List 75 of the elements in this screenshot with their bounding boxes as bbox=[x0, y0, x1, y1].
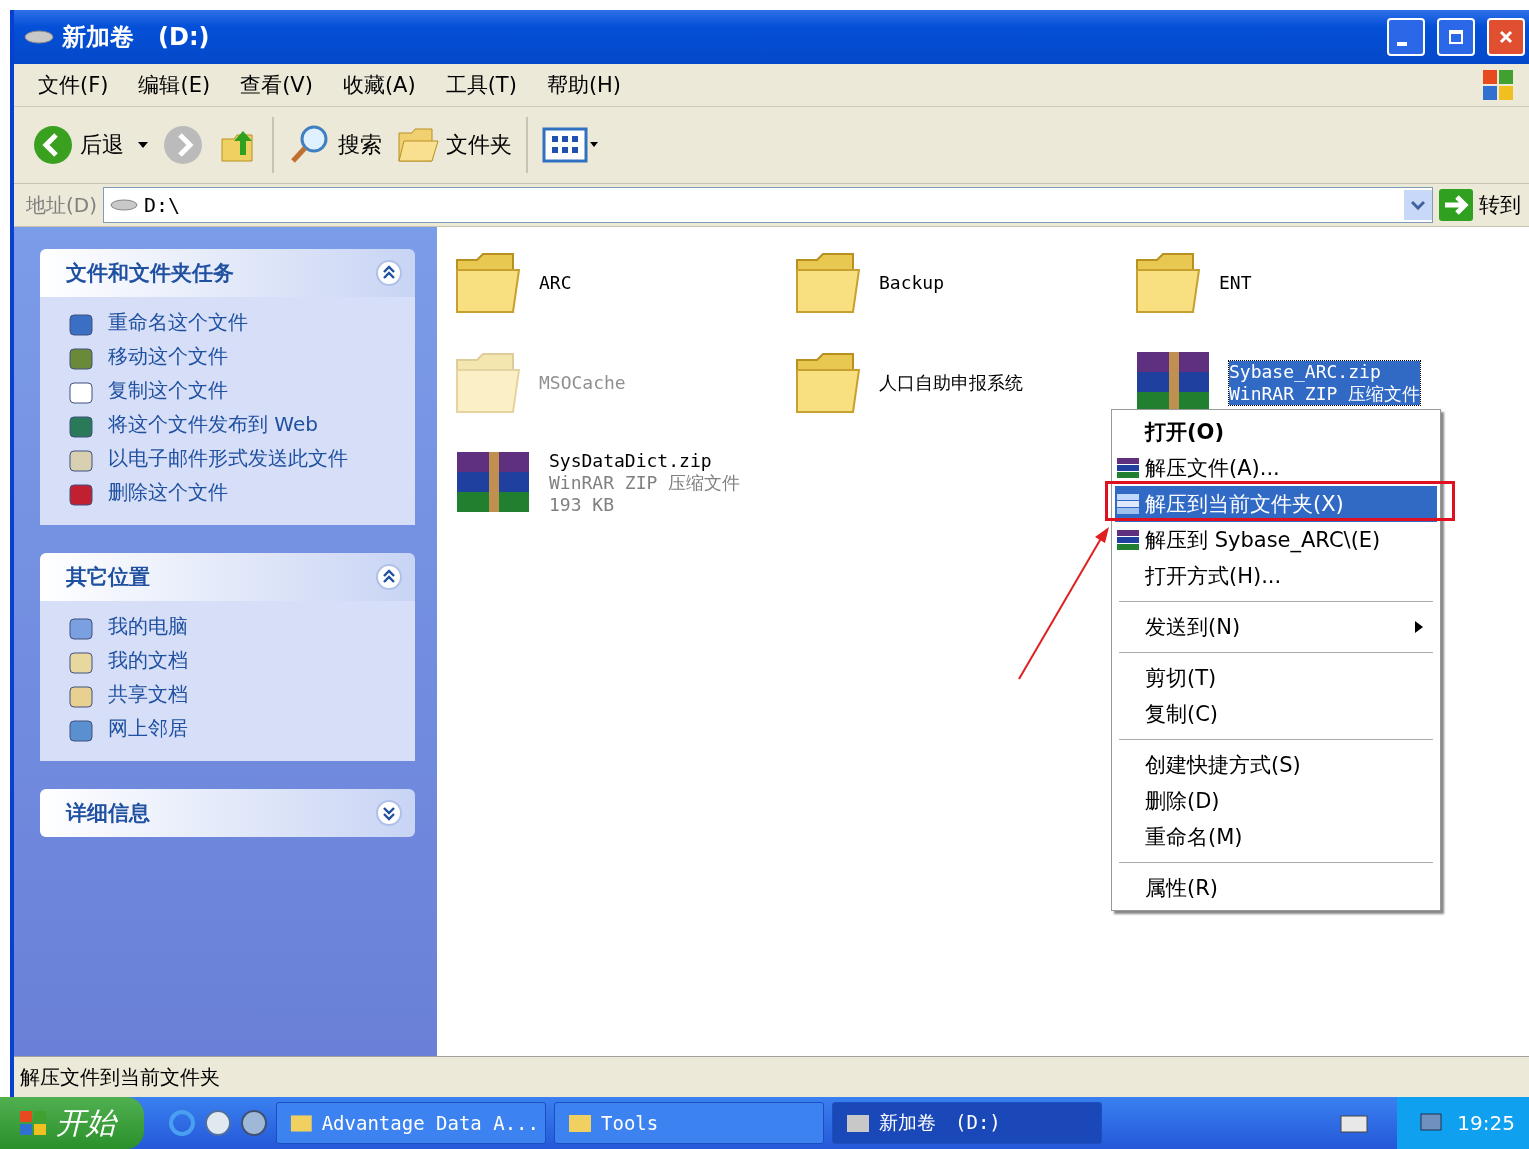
menu-item[interactable]: 查看(V) bbox=[240, 71, 313, 99]
task-link[interactable]: 删除这个文件 bbox=[108, 481, 348, 504]
panel-header[interactable]: 文件和文件夹任务 bbox=[40, 249, 415, 297]
context-menu-item[interactable]: 复制(C) bbox=[1115, 696, 1437, 732]
window-icon bbox=[845, 1112, 871, 1134]
folder-icon bbox=[396, 125, 440, 165]
collapse-icon[interactable] bbox=[375, 259, 403, 287]
context-menu-item[interactable]: 解压到 Sybase_ARC\(E) bbox=[1115, 522, 1437, 558]
file-label[interactable]: Backup bbox=[879, 272, 945, 294]
file-label[interactable]: ARC bbox=[539, 272, 572, 294]
windows-flag-icon bbox=[1481, 68, 1515, 102]
archive-icon bbox=[1115, 457, 1141, 479]
task-link[interactable]: 复制这个文件 bbox=[108, 379, 348, 402]
menu-item[interactable]: 收藏(A) bbox=[342, 71, 416, 99]
taskbar-button[interactable]: Advantage Data A... bbox=[276, 1102, 546, 1144]
context-menu-item[interactable]: 删除(D) bbox=[1115, 783, 1437, 819]
maximize-button[interactable] bbox=[1437, 18, 1475, 56]
menu-item[interactable]: 编辑(E) bbox=[138, 71, 211, 99]
submenu-arrow-icon bbox=[1415, 621, 1423, 633]
keyboard-icon[interactable] bbox=[1339, 1112, 1370, 1134]
taskbar-button[interactable]: Tools bbox=[554, 1102, 824, 1144]
panel-header[interactable]: 详细信息 bbox=[40, 789, 415, 837]
caret-icon[interactable] bbox=[138, 142, 148, 148]
close-icon bbox=[1498, 29, 1514, 45]
address-label: 地址(D) bbox=[26, 191, 97, 219]
context-menu-item[interactable]: 剪切(T) bbox=[1115, 660, 1437, 696]
collapse-icon[interactable] bbox=[375, 563, 403, 591]
drive-icon bbox=[110, 199, 138, 211]
menu-item[interactable]: 工具(T) bbox=[445, 71, 517, 99]
context-menu-item[interactable]: 属性(R) bbox=[1115, 870, 1437, 906]
context-menu-item[interactable]: 创建快捷方式(S) bbox=[1115, 747, 1437, 783]
views-icon[interactable] bbox=[542, 127, 600, 163]
taskbar-button[interactable]: 新加卷 (D:) bbox=[832, 1102, 1102, 1144]
search-button[interactable]: 搜索 bbox=[288, 123, 382, 167]
menu-item[interactable]: 文件(F) bbox=[38, 71, 109, 99]
context-menu-item[interactable]: 重命名(M) bbox=[1115, 819, 1437, 855]
expand-icon[interactable] bbox=[375, 799, 403, 827]
window-icon bbox=[567, 1112, 593, 1134]
status-text: 解压文件到当前文件夹 bbox=[20, 1063, 220, 1091]
file-label[interactable]: 人口自助申报系统 bbox=[879, 372, 1023, 394]
dropdown-button[interactable] bbox=[1404, 190, 1432, 220]
file-label[interactable]: Sybase_ARC.zip WinRAR ZIP 压缩文件 bbox=[1229, 361, 1421, 405]
context-menu-item[interactable]: 打开方式(H)... bbox=[1115, 558, 1437, 594]
file-label[interactable]: SysDataDict.zip WinRAR ZIP 压缩文件 193 KB bbox=[549, 450, 741, 516]
task-link[interactable]: 移动这个文件 bbox=[108, 345, 348, 368]
folders-button[interactable]: 文件夹 bbox=[396, 125, 512, 165]
globe-icon[interactable] bbox=[240, 1109, 268, 1137]
go-button[interactable]: 转到 bbox=[1439, 189, 1521, 221]
clock: 19:25 bbox=[1457, 1111, 1515, 1135]
minimize-icon bbox=[1397, 42, 1407, 46]
archive-icon bbox=[1115, 529, 1141, 551]
window-title: 新加卷 (D:) bbox=[62, 22, 210, 53]
window-icon bbox=[289, 1112, 314, 1134]
windows-flag-icon bbox=[18, 1109, 48, 1137]
panel-header[interactable]: 其它位置 bbox=[40, 553, 415, 601]
task-link[interactable]: 我的文档 bbox=[108, 649, 348, 672]
task-link[interactable]: 共享文档 bbox=[108, 683, 348, 706]
task-link[interactable]: 我的电脑 bbox=[108, 615, 348, 638]
back-button[interactable]: 后退 bbox=[32, 124, 124, 166]
address-field[interactable]: D:\ bbox=[103, 187, 1433, 223]
maximize-icon bbox=[1448, 29, 1464, 45]
task-link[interactable]: 重命名这个文件 bbox=[108, 311, 348, 334]
file-label[interactable]: ENT bbox=[1219, 272, 1252, 294]
task-link[interactable]: 网上邻居 bbox=[108, 717, 348, 740]
archive-icon bbox=[1115, 493, 1141, 515]
context-menu-item[interactable]: 解压文件(A)... bbox=[1115, 450, 1437, 486]
close-button[interactable] bbox=[1487, 18, 1525, 56]
drive-icon bbox=[24, 30, 54, 44]
menu-item[interactable]: 帮助(H) bbox=[546, 71, 622, 99]
task-link[interactable]: 将这个文件发布到 Web bbox=[108, 413, 348, 436]
task-link[interactable]: 以电子邮件形式发送此文件 bbox=[108, 447, 348, 470]
context-menu-item[interactable]: 打开(O) bbox=[1115, 414, 1437, 450]
minimize-button[interactable] bbox=[1387, 18, 1425, 56]
context-menu-item[interactable]: 发送到(N) bbox=[1115, 609, 1437, 645]
chevron-down-icon bbox=[1411, 200, 1425, 210]
